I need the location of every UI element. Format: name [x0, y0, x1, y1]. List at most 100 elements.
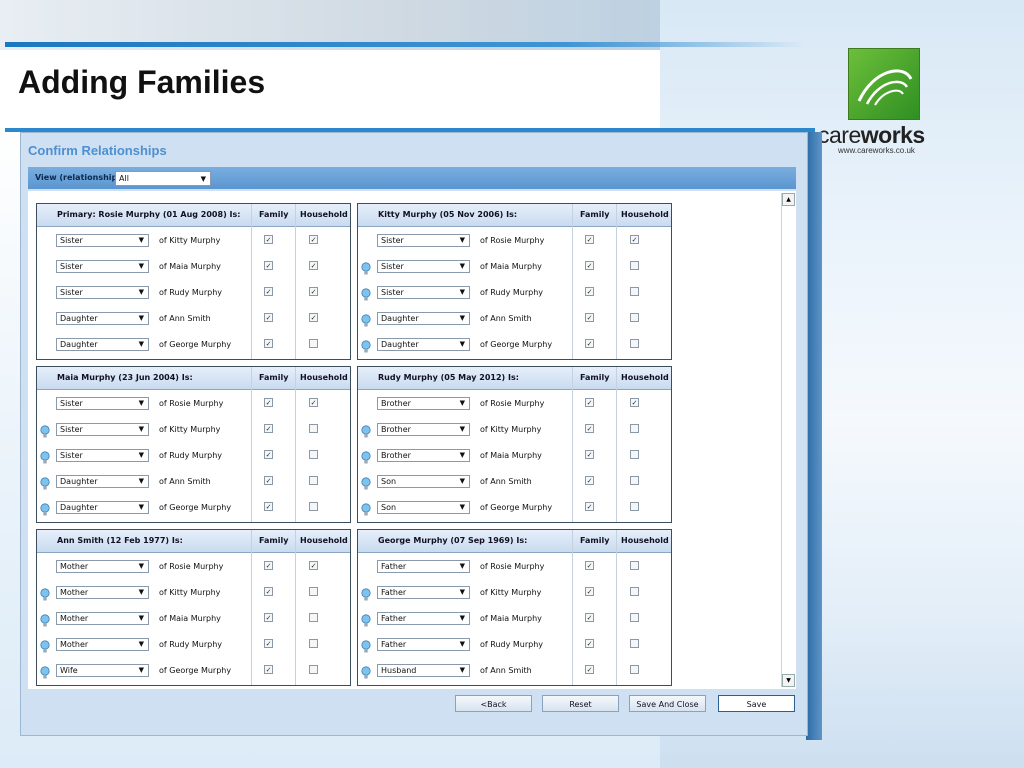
relationship-type-select[interactable]: Sister ▼	[56, 397, 149, 410]
back-button[interactable]: <Back	[455, 695, 532, 712]
relationship-type-select[interactable]: Son ▼	[377, 501, 470, 514]
household-checkbox[interactable]: ✓	[309, 261, 318, 270]
relationship-type-select[interactable]: Wife ▼	[56, 664, 149, 677]
family-checkbox[interactable]: ✓	[264, 450, 273, 459]
lightbulb-icon[interactable]	[361, 587, 371, 601]
family-checkbox[interactable]: ✓	[264, 398, 273, 407]
reset-button[interactable]: Reset	[542, 695, 619, 712]
vertical-scrollbar[interactable]: ▲ ▼	[781, 193, 795, 687]
lightbulb-icon[interactable]	[40, 476, 50, 490]
household-checkbox[interactable]	[309, 424, 318, 433]
relationship-type-select[interactable]: Daughter ▼	[377, 312, 470, 325]
household-checkbox[interactable]	[630, 313, 639, 322]
lightbulb-icon[interactable]	[40, 587, 50, 601]
family-checkbox[interactable]: ✓	[264, 313, 273, 322]
relationship-type-select[interactable]: Sister ▼	[377, 260, 470, 273]
lightbulb-icon[interactable]	[361, 339, 371, 353]
household-checkbox[interactable]	[309, 450, 318, 459]
household-checkbox[interactable]: ✓	[630, 235, 639, 244]
family-checkbox[interactable]: ✓	[585, 424, 594, 433]
household-checkbox[interactable]	[630, 613, 639, 622]
household-checkbox[interactable]	[630, 287, 639, 296]
family-checkbox[interactable]: ✓	[264, 235, 273, 244]
lightbulb-icon[interactable]	[40, 639, 50, 653]
relationship-type-select[interactable]: Sister ▼	[56, 286, 149, 299]
lightbulb-icon[interactable]	[361, 261, 371, 275]
family-checkbox[interactable]: ✓	[264, 665, 273, 674]
lightbulb-icon[interactable]	[361, 502, 371, 516]
household-checkbox[interactable]: ✓	[309, 561, 318, 570]
family-checkbox[interactable]: ✓	[585, 313, 594, 322]
relationship-type-select[interactable]: Sister ▼	[56, 449, 149, 462]
relationship-type-select[interactable]: Sister ▼	[56, 423, 149, 436]
household-checkbox[interactable]: ✓	[309, 235, 318, 244]
family-checkbox[interactable]: ✓	[585, 398, 594, 407]
household-checkbox[interactable]: ✓	[630, 398, 639, 407]
family-checkbox[interactable]: ✓	[585, 587, 594, 596]
relationship-type-select[interactable]: Mother ▼	[56, 612, 149, 625]
relationship-type-select[interactable]: Husband ▼	[377, 664, 470, 677]
lightbulb-icon[interactable]	[361, 313, 371, 327]
relationship-type-select[interactable]: Father ▼	[377, 612, 470, 625]
family-checkbox[interactable]: ✓	[264, 261, 273, 270]
household-checkbox[interactable]: ✓	[309, 287, 318, 296]
relationship-type-select[interactable]: Daughter ▼	[56, 475, 149, 488]
save-button[interactable]: Save	[718, 695, 795, 712]
family-checkbox[interactable]: ✓	[264, 476, 273, 485]
relationship-type-select[interactable]: Sister ▼	[377, 234, 470, 247]
household-checkbox[interactable]	[630, 639, 639, 648]
lightbulb-icon[interactable]	[361, 639, 371, 653]
family-checkbox[interactable]: ✓	[585, 287, 594, 296]
lightbulb-icon[interactable]	[361, 287, 371, 301]
family-checkbox[interactable]: ✓	[264, 287, 273, 296]
lightbulb-icon[interactable]	[40, 502, 50, 516]
relationship-type-select[interactable]: Father ▼	[377, 586, 470, 599]
family-checkbox[interactable]: ✓	[264, 587, 273, 596]
household-checkbox[interactable]	[309, 639, 318, 648]
family-checkbox[interactable]: ✓	[585, 476, 594, 485]
relationship-type-select[interactable]: Mother ▼	[56, 638, 149, 651]
relationship-type-select[interactable]: Sister ▼	[56, 260, 149, 273]
relationship-type-select[interactable]: Son ▼	[377, 475, 470, 488]
save-and-close-button[interactable]: Save And Close	[629, 695, 706, 712]
household-checkbox[interactable]	[630, 339, 639, 348]
household-checkbox[interactable]	[309, 665, 318, 674]
family-checkbox[interactable]: ✓	[264, 561, 273, 570]
lightbulb-icon[interactable]	[361, 613, 371, 627]
relationship-type-select[interactable]: Father ▼	[377, 638, 470, 651]
lightbulb-icon[interactable]	[361, 476, 371, 490]
household-checkbox[interactable]	[630, 665, 639, 674]
family-checkbox[interactable]: ✓	[585, 561, 594, 570]
relationship-type-select[interactable]: Daughter ▼	[56, 312, 149, 325]
relationship-filter-select[interactable]: All ▼	[115, 171, 211, 186]
family-checkbox[interactable]: ✓	[264, 502, 273, 511]
household-checkbox[interactable]	[630, 450, 639, 459]
scroll-up-button[interactable]: ▲	[782, 193, 795, 206]
family-checkbox[interactable]: ✓	[264, 424, 273, 433]
lightbulb-icon[interactable]	[361, 424, 371, 438]
lightbulb-icon[interactable]	[40, 450, 50, 464]
household-checkbox[interactable]	[630, 424, 639, 433]
relationship-type-select[interactable]: Daughter ▼	[377, 338, 470, 351]
lightbulb-icon[interactable]	[40, 613, 50, 627]
household-checkbox[interactable]	[309, 613, 318, 622]
household-checkbox[interactable]: ✓	[309, 313, 318, 322]
lightbulb-icon[interactable]	[40, 665, 50, 679]
relationship-type-select[interactable]: Brother ▼	[377, 423, 470, 436]
lightbulb-icon[interactable]	[361, 665, 371, 679]
family-checkbox[interactable]: ✓	[264, 339, 273, 348]
family-checkbox[interactable]: ✓	[585, 235, 594, 244]
household-checkbox[interactable]	[309, 339, 318, 348]
scroll-down-button[interactable]: ▼	[782, 674, 795, 687]
relationship-type-select[interactable]: Brother ▼	[377, 449, 470, 462]
household-checkbox[interactable]	[309, 502, 318, 511]
family-checkbox[interactable]: ✓	[585, 261, 594, 270]
relationship-type-select[interactable]: Sister ▼	[377, 286, 470, 299]
relationship-type-select[interactable]: Mother ▼	[56, 586, 149, 599]
household-checkbox[interactable]	[630, 476, 639, 485]
family-checkbox[interactable]: ✓	[264, 639, 273, 648]
household-checkbox[interactable]	[630, 502, 639, 511]
family-checkbox[interactable]: ✓	[585, 639, 594, 648]
household-checkbox[interactable]	[309, 476, 318, 485]
household-checkbox[interactable]	[630, 587, 639, 596]
